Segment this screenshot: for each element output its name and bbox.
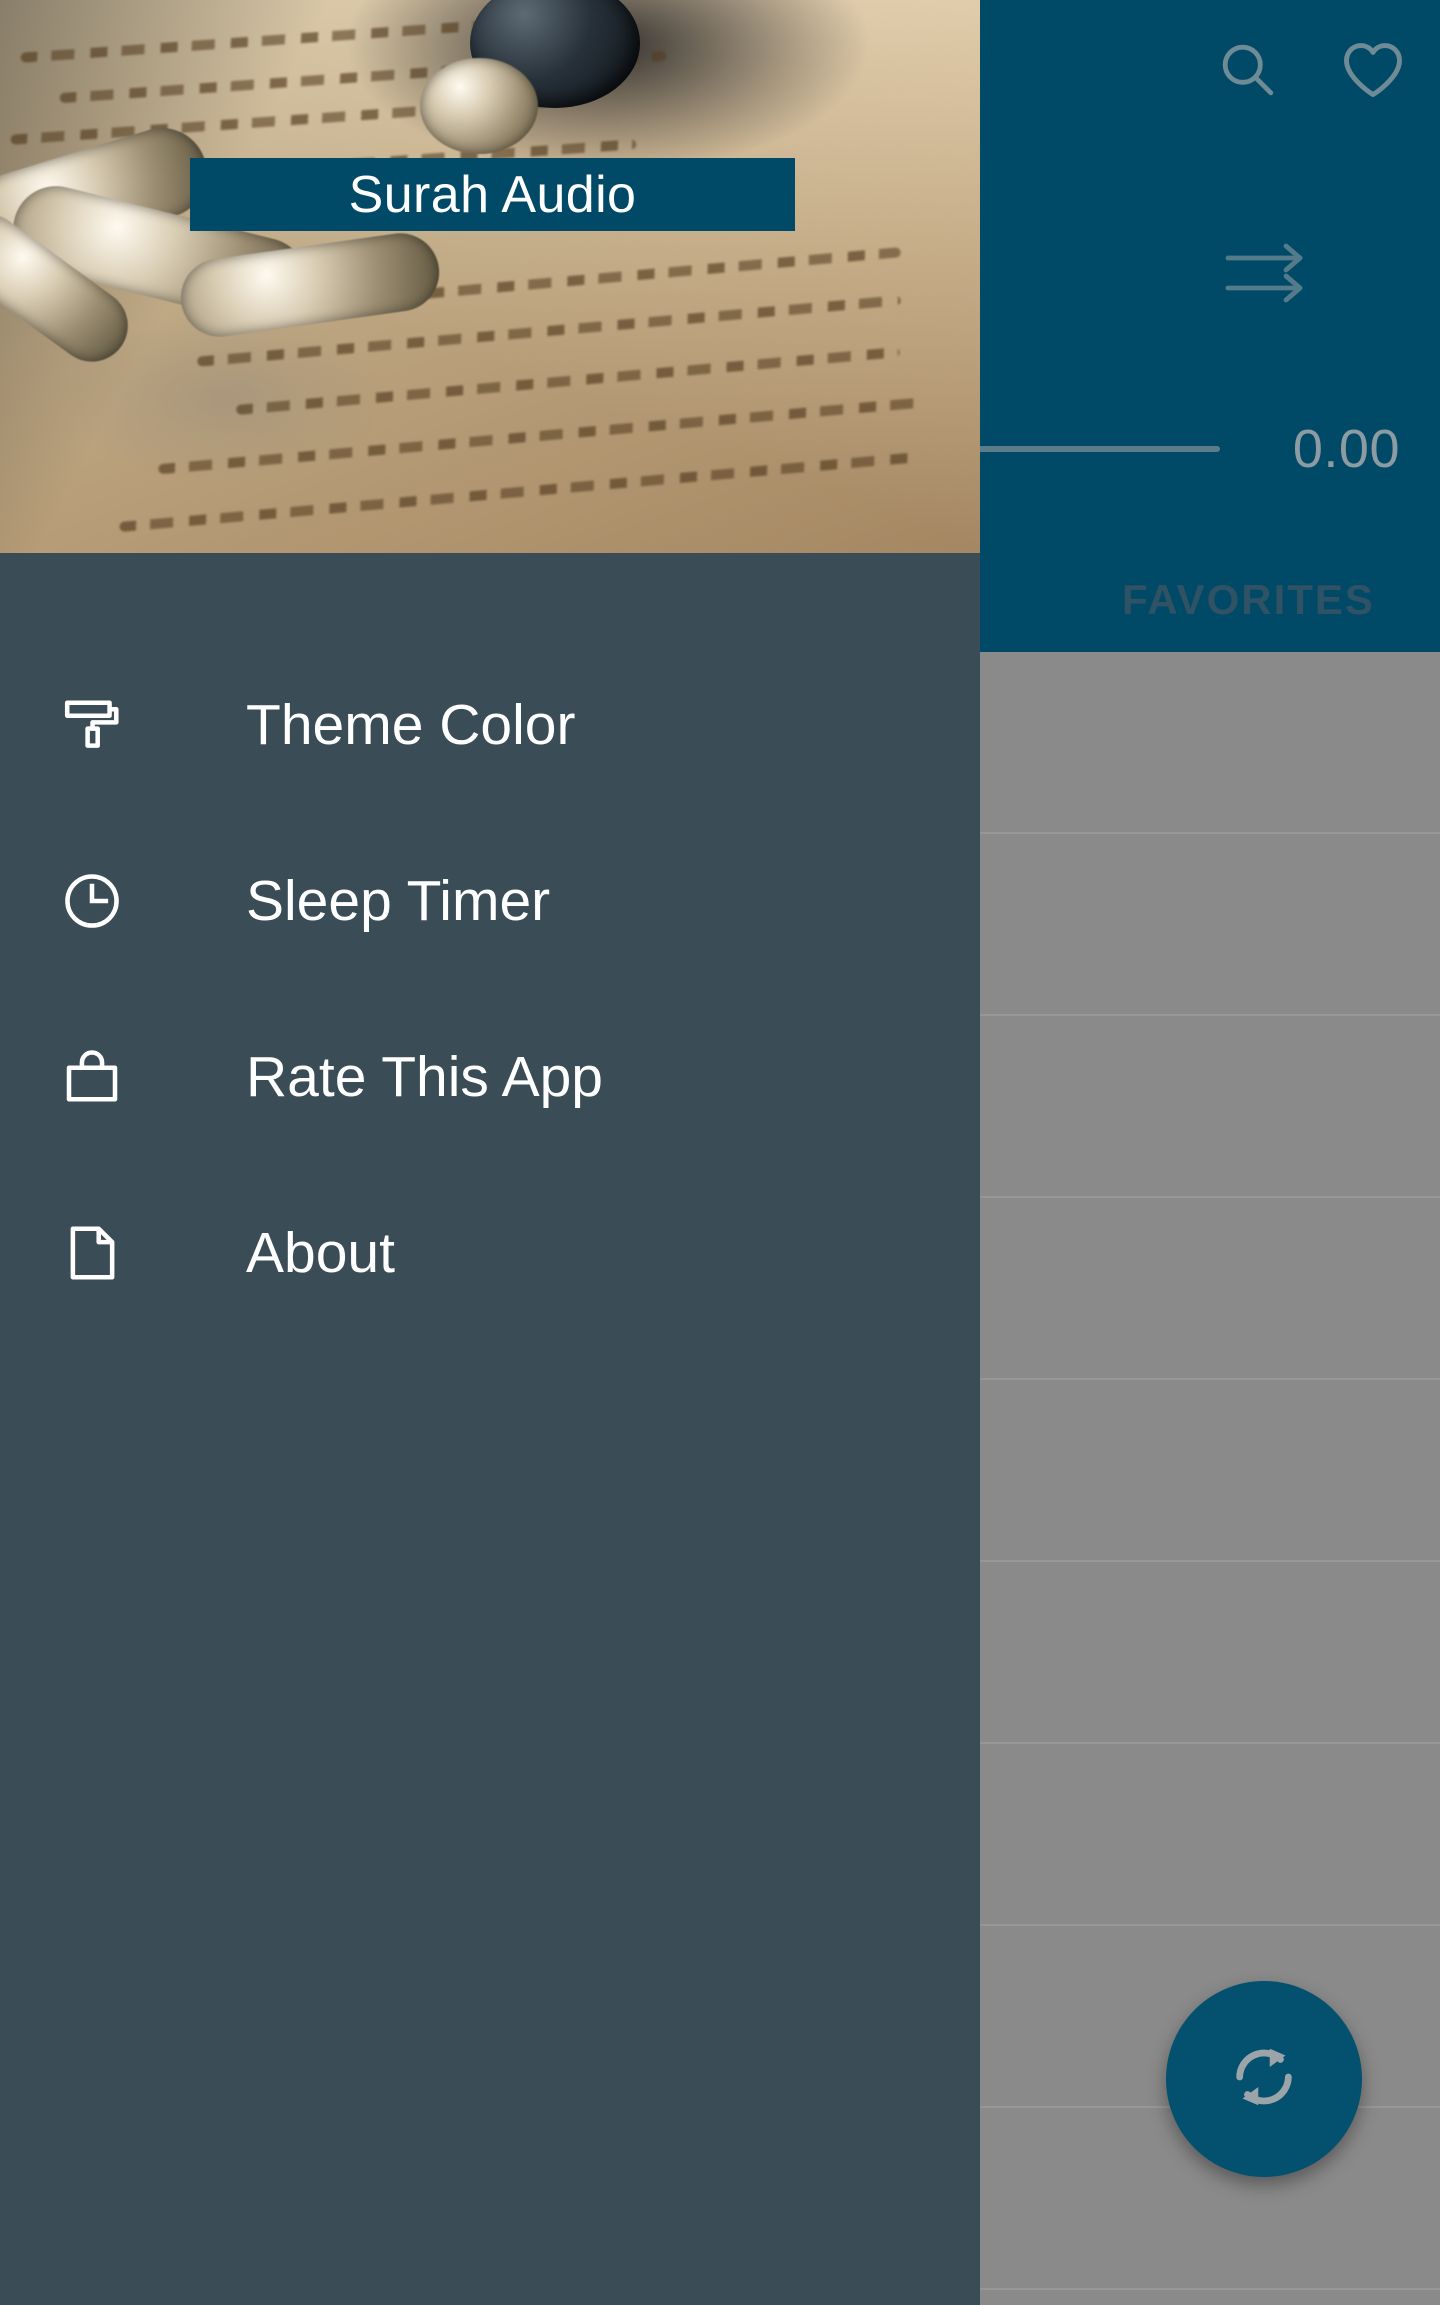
refresh-sync-icon bbox=[1221, 2034, 1307, 2125]
clock-icon bbox=[56, 865, 128, 937]
player-time-label: 0.00 bbox=[1292, 419, 1400, 479]
app-screen: 0.00 ST FAVORITES bbox=[0, 0, 1440, 2305]
page-title: Surah Audio bbox=[348, 165, 637, 224]
drawer-item-label: About bbox=[246, 1220, 395, 1285]
drawer-item-sleep-timer[interactable]: Sleep Timer bbox=[0, 813, 980, 989]
drawer-item-rate-this-app[interactable]: Rate This App bbox=[0, 989, 980, 1165]
repeat-arrows-icon[interactable] bbox=[1216, 232, 1316, 312]
drawer-item-label: Sleep Timer bbox=[246, 868, 551, 933]
drawer-item-theme-color[interactable]: Theme Color bbox=[0, 637, 980, 813]
paint-roller-icon bbox=[56, 689, 128, 761]
drawer-title-banner: Surah Audio bbox=[190, 158, 795, 231]
app-bar-actions bbox=[1208, 30, 1412, 108]
navigation-drawer: Surah Audio Theme Color Sleep Timer Rate… bbox=[0, 0, 980, 2305]
tab-favorites[interactable]: FAVORITES bbox=[1122, 576, 1375, 624]
drawer-item-about[interactable]: About bbox=[0, 1165, 980, 1341]
refresh-fab-button[interactable] bbox=[1166, 1981, 1362, 2177]
drawer-item-label: Theme Color bbox=[246, 692, 576, 757]
heart-outline-icon[interactable] bbox=[1334, 30, 1412, 108]
drawer-menu: Theme Color Sleep Timer Rate This App Ab… bbox=[0, 553, 980, 1341]
quran-photo bbox=[0, 0, 980, 553]
drawer-header: Surah Audio bbox=[0, 0, 980, 553]
drawer-item-label: Rate This App bbox=[246, 1044, 604, 1109]
search-icon[interactable] bbox=[1208, 30, 1286, 108]
shopping-bag-icon bbox=[56, 1041, 128, 1113]
document-icon bbox=[56, 1217, 128, 1289]
